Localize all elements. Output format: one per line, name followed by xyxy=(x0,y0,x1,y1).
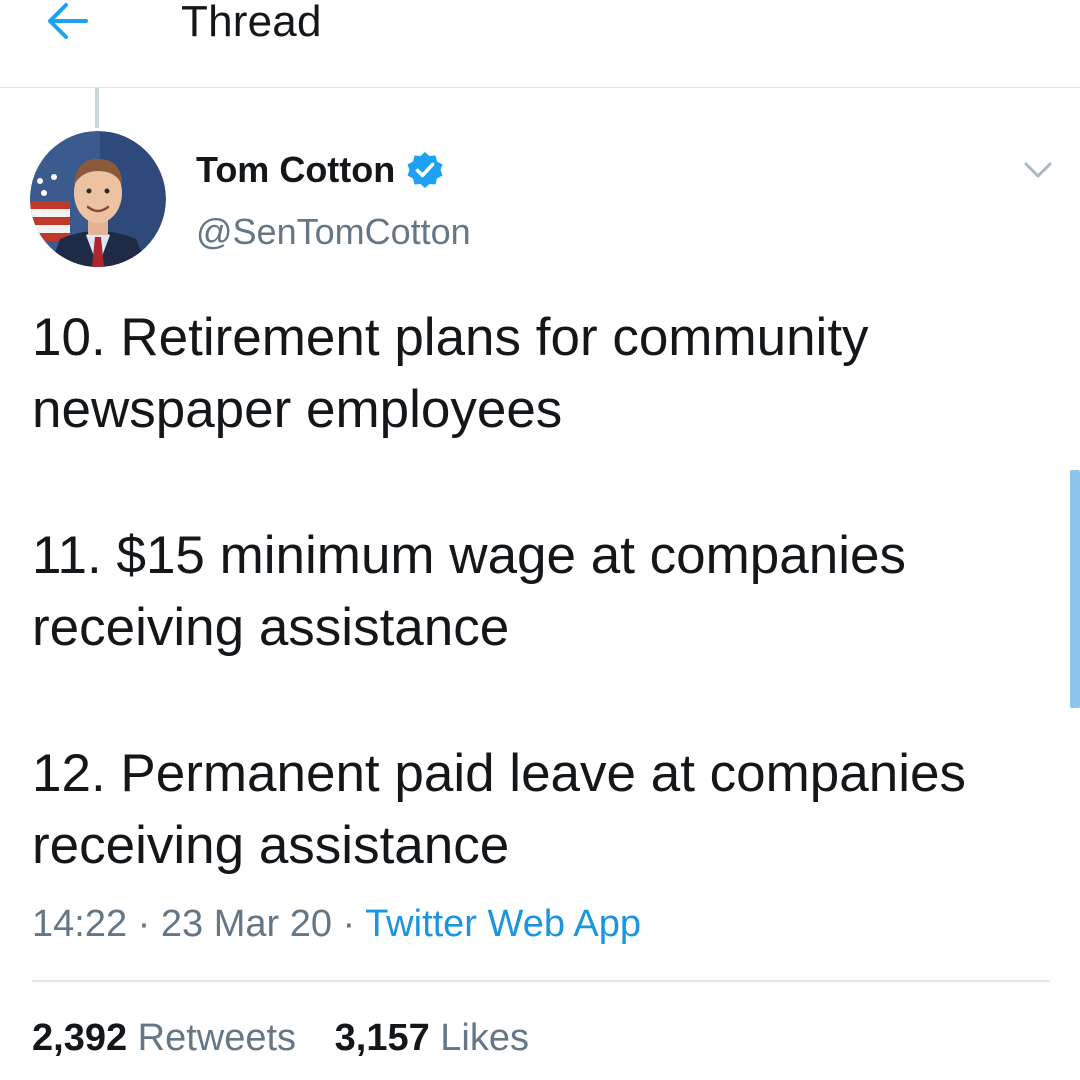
tweet-body: 10. Retirement plans for community newsp… xyxy=(32,302,1052,882)
likes-stat[interactable]: 3,157 Likes xyxy=(335,1017,529,1059)
arrow-left-icon[interactable] xyxy=(44,0,92,44)
tweet-source-link[interactable]: Twitter Web App xyxy=(365,903,641,945)
author-name[interactable]: Tom Cotton xyxy=(196,148,445,192)
avatar-image xyxy=(30,131,166,267)
tweet-paragraph: 10. Retirement plans for community newsp… xyxy=(32,308,869,439)
likes-label: Likes xyxy=(440,1017,529,1059)
top-bar: Thread xyxy=(0,0,1080,88)
retweets-stat[interactable]: 2,392 Retweets xyxy=(32,1017,307,1059)
meta-separator: · xyxy=(137,903,151,945)
scrollbar-thumb[interactable] xyxy=(1070,470,1080,708)
verified-badge-icon xyxy=(407,152,443,188)
tweet-date: 23 Mar 20 xyxy=(160,903,332,945)
meta-separator: · xyxy=(342,903,356,945)
tweet-paragraph: 12. Permanent paid leave at companies re… xyxy=(32,744,966,875)
author-name-text[interactable]: Tom Cotton xyxy=(196,148,395,192)
thread-connector xyxy=(95,88,99,128)
avatar[interactable] xyxy=(30,131,166,267)
tweet-stats: 2,392 Retweets 3,157 Likes xyxy=(32,1012,557,1064)
likes-count: 3,157 xyxy=(334,1017,430,1059)
tweet-meta: 14:22 · 23 Mar 20 · Twitter Web App xyxy=(32,898,641,950)
retweets-count: 2,392 xyxy=(32,1017,128,1059)
author-handle[interactable]: @SenTomCotton xyxy=(196,210,471,254)
tweet-paragraph: 11. $15 minimum wage at companies receiv… xyxy=(32,526,906,657)
divider xyxy=(32,980,1050,982)
chevron-down-icon[interactable] xyxy=(1018,152,1058,188)
thread-page: Thread Tom Cotton @SenTomCotton 10. Reti… xyxy=(0,0,1080,1080)
tweet-time: 14:22 xyxy=(32,903,128,945)
retweets-label: Retweets xyxy=(137,1017,297,1059)
page-title: Thread xyxy=(181,0,322,46)
